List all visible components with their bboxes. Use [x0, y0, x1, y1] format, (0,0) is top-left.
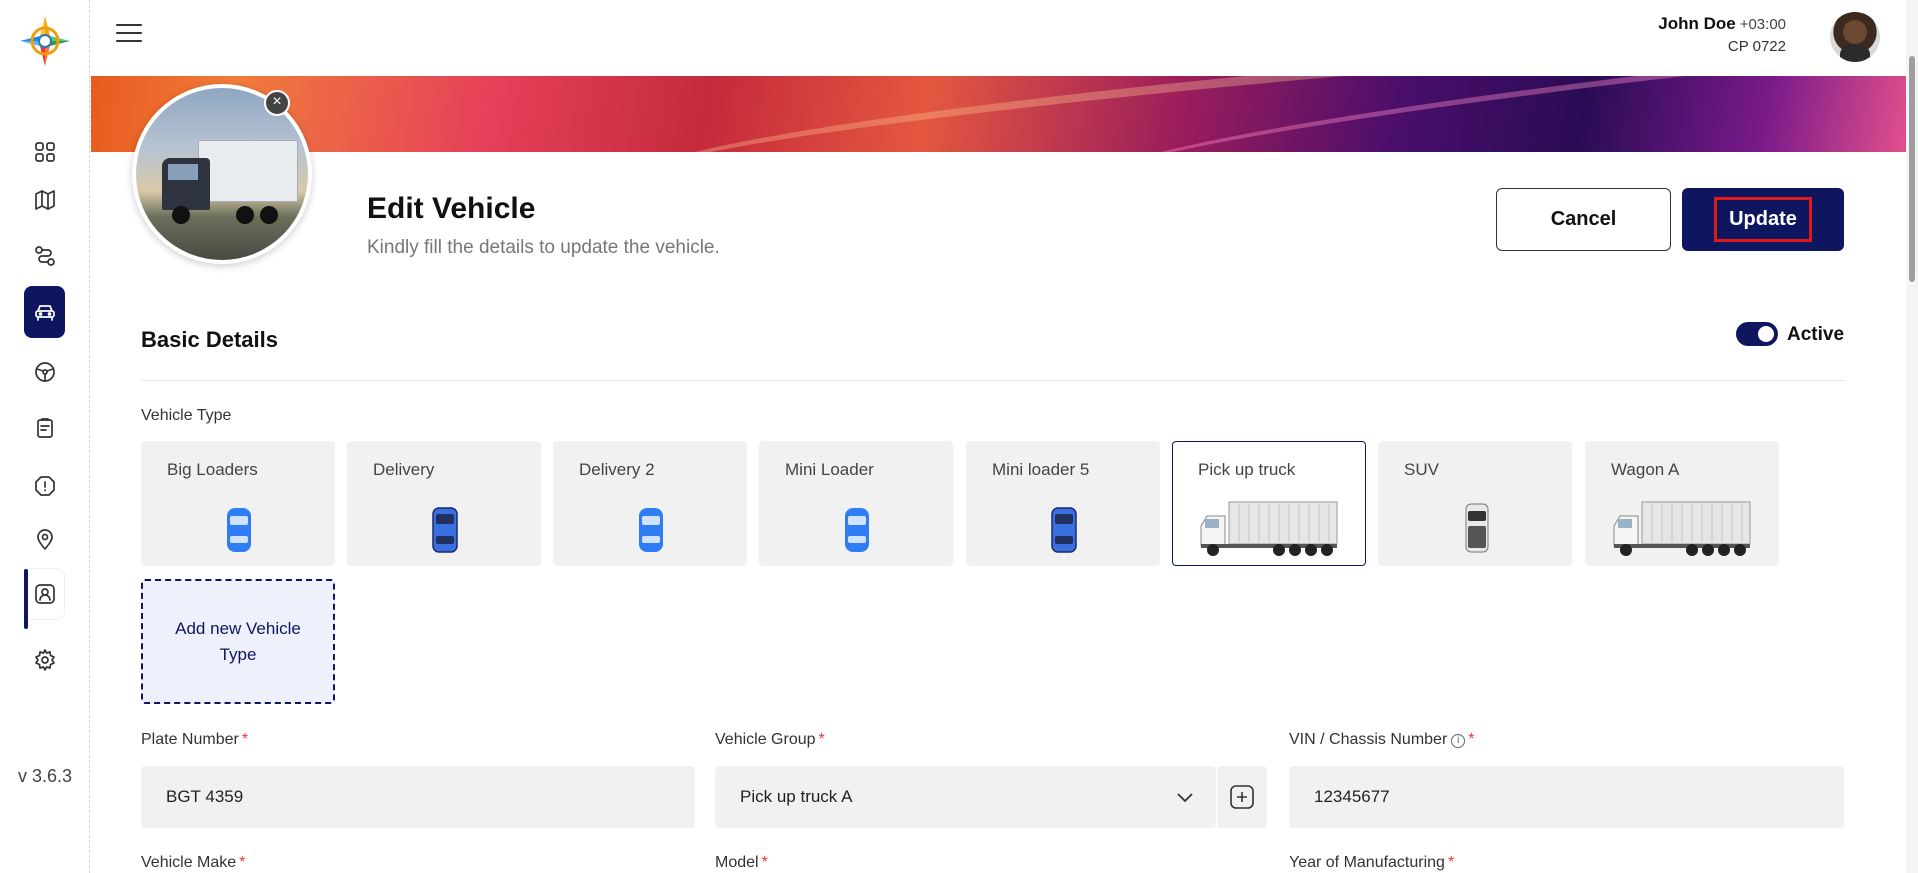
sidebar-item-routes[interactable] [24, 230, 65, 282]
vin-label: VIN / Chassis Number i * [1289, 731, 1475, 748]
vehicle-type-card[interactable]: SUV [1378, 441, 1572, 566]
app-root: v 3.6.3 John Doe +03:00 CP 0722 × Edit Ve… [0, 0, 1918, 873]
sidebar-item-drivers[interactable] [24, 568, 65, 629]
cancel-button[interactable]: Cancel [1496, 188, 1671, 251]
car-top-view-icon [639, 508, 663, 552]
year-of-manufacturing-label: Year of Manufacturing * [1289, 854, 1455, 871]
route-icon [34, 246, 55, 266]
avatar[interactable] [1830, 12, 1880, 62]
vehicle-group-label: Vehicle Group * [715, 731, 825, 748]
model-label: Model * [715, 854, 768, 871]
vehicle-type-name: Delivery 2 [579, 460, 655, 479]
remove-photo-button[interactable]: × [264, 90, 290, 116]
truck-icon [1613, 501, 1751, 556]
vehicle-type-name: Big Loaders [167, 460, 258, 479]
user-info[interactable]: John Doe +03:00 CP 0722 [1658, 14, 1786, 55]
vehicle-type-name: Wagon A [1611, 460, 1680, 479]
scrollbar-thumb[interactable] [1909, 56, 1915, 282]
vehicle-group-select[interactable]: Pick up truck A [715, 766, 1216, 828]
sidebar-item-tasks[interactable] [24, 402, 65, 454]
vehicle-type-card[interactable]: Delivery [347, 441, 541, 566]
vehicle-type-card-selected[interactable]: Pick up truck [1172, 441, 1366, 566]
vehicle-type-card[interactable]: Mini loader 5 [966, 441, 1160, 566]
section-title-basic-details: Basic Details [141, 327, 278, 352]
car-icon [34, 305, 55, 321]
add-vehicle-group-button[interactable] [1217, 766, 1267, 828]
plate-number-label: Plate Number * [141, 731, 249, 748]
page-scrollbar[interactable] [1906, 0, 1918, 873]
user-timezone: +03:00 [1739, 16, 1786, 33]
vin-input[interactable]: 12345677 [1289, 766, 1844, 828]
vehicle-type-card[interactable]: Delivery 2 [553, 441, 747, 566]
section-divider [141, 380, 1844, 381]
vehicle-make-label: Vehicle Make * [141, 854, 246, 871]
top-bar: John Doe +03:00 CP 0722 [90, 0, 1918, 76]
sidebar-item-alerts[interactable] [24, 460, 65, 512]
user-code: CP 0722 [1727, 38, 1786, 55]
car-top-view-icon [845, 508, 869, 552]
app-version: v 3.6.3 [17, 766, 73, 786]
alert-shield-icon [34, 476, 55, 496]
truck-icon [1200, 501, 1338, 556]
update-button[interactable]: Update [1682, 188, 1844, 251]
vehicle-type-card[interactable]: Mini Loader [759, 441, 953, 566]
page-subtitle: Kindly fill the details to update the ve… [367, 237, 720, 258]
steering-wheel-icon [34, 362, 55, 382]
vehicle-type-label: Vehicle Type [141, 407, 232, 424]
update-button-label: Update [1714, 197, 1812, 242]
car-top-view-icon [432, 507, 458, 553]
profile-banner [91, 76, 1906, 152]
page-title: Edit Vehicle [367, 192, 536, 225]
user-badge-icon [34, 584, 55, 604]
grid-icon [34, 142, 55, 162]
suv-top-view-icon [1465, 503, 1489, 553]
vehicle-type-name: Delivery [373, 460, 435, 479]
clipboard-icon [36, 418, 53, 438]
vehicle-type-card[interactable]: Big Loaders [141, 441, 335, 566]
vehicle-type-name: Mini loader 5 [992, 460, 1090, 479]
active-toggle[interactable] [1736, 322, 1778, 346]
vehicle-type-name: Pick up truck [1198, 460, 1296, 479]
app-logo-icon[interactable] [16, 12, 74, 70]
sidebar-item-settings[interactable] [24, 634, 65, 686]
info-icon[interactable]: i [1451, 734, 1466, 748]
gear-icon [34, 649, 55, 671]
sidebar-item-map[interactable] [24, 174, 65, 226]
hamburger-menu-icon[interactable] [116, 24, 142, 46]
location-pin-icon [36, 529, 53, 550]
sidebar-item-vehicles[interactable] [24, 286, 65, 338]
user-name: John Doe [1658, 14, 1736, 33]
sidebar-item-dashboard[interactable] [24, 126, 65, 178]
plate-number-input[interactable]: BGT 4359 [141, 766, 695, 828]
vehicle-type-name: Mini Loader [785, 460, 874, 479]
car-top-view-icon [227, 508, 251, 552]
sidebar-item-tires[interactable] [24, 346, 65, 398]
vehicle-group-value: Pick up truck A [740, 787, 853, 806]
left-sidebar: v 3.6.3 [0, 0, 90, 873]
vehicle-type-card[interactable]: Wagon A [1585, 441, 1779, 566]
vehicle-type-name: SUV [1404, 460, 1439, 479]
active-toggle-label: Active [1787, 324, 1845, 345]
map-icon [34, 190, 55, 210]
plus-square-icon [1230, 785, 1254, 809]
car-top-view-icon [1051, 507, 1077, 553]
sidebar-item-locations[interactable] [24, 514, 65, 566]
add-vehicle-type-button[interactable]: Add new Vehicle Type [141, 579, 335, 704]
chevron-down-icon [1177, 793, 1193, 803]
